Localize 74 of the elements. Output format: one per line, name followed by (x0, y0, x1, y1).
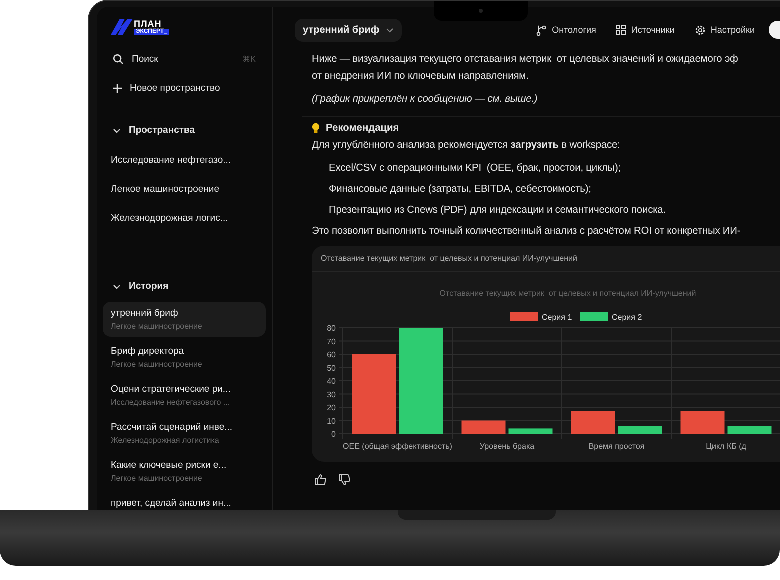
history-title: утренний бриф (111, 308, 180, 319)
card-title: Отставание текущих метрик от целевых и потенциал ИИ-улучшений (312, 246, 780, 272)
message-note: (График прикреплён к сообщению — см. выше.) (312, 93, 539, 107)
history-item[interactable]: Какие ключевые риски е... Легкое машиностроение (103, 454, 266, 489)
space-item[interactable]: Легкое машиностроение (111, 179, 258, 200)
avatar[interactable] (769, 21, 780, 39)
message-heading: Рекомендация (326, 123, 400, 134)
chevron-icon (113, 282, 121, 290)
y-tick-label: 20 (327, 404, 336, 412)
y-tick-label: 40 (327, 377, 336, 386)
bar (680, 411, 725, 434)
legend-label: Серия 2 (612, 313, 642, 322)
message-paragraph: Ниже — визуализация текущего отставания метрик от целевых значений и ожидаемого эф от внедрения ИИ по ключевым направлениям. (312, 53, 740, 84)
chevron-icon (113, 126, 121, 134)
y-tick-label: 60 (327, 350, 336, 360)
history-item[interactable]: Оцени стратегические ри... Исследование нефтегазового ... (103, 378, 266, 413)
history-title: привет, сделай анализ ин... (111, 498, 232, 509)
y-tick-label: 30 (327, 390, 336, 400)
history-title: Бриф директора (111, 346, 186, 357)
list-item: Финансовые данные (затраты, EBITDA, себестоимость); (328, 183, 592, 197)
search-button[interactable]: Поиск ⌘K (111, 49, 258, 70)
x-tick-label: Время простоя (588, 442, 645, 451)
history-item[interactable]: привет, сделай анализ ин... (103, 492, 266, 511)
caret-icon (386, 28, 394, 32)
thumbs-up-icon[interactable] (315, 474, 327, 486)
history-title: Рассчитай сценарий инве... (111, 422, 234, 433)
history-subtitle: Легкое машиностроение (111, 360, 204, 369)
list-item: Excel/CSV с операционными KPI (OEE, брак, простои, циклы); (328, 162, 622, 176)
history-title: Какие ключевые риски е... (111, 460, 228, 471)
chat-title-dropdown[interactable]: утренний бриф (295, 18, 402, 42)
history-subtitle: Легкое машиностроение (111, 474, 204, 483)
bar (618, 426, 662, 434)
bar (728, 426, 772, 434)
y-tick-label: 80 (327, 324, 336, 333)
history-item[interactable]: Бриф директора Легкое машиностроение (103, 340, 266, 375)
plus-icon (113, 84, 122, 93)
shortcut-hint: ⌘K (242, 55, 256, 64)
nav-link[interactable]: Онтология (536, 24, 596, 36)
space-item[interactable]: Железнодорожная логис... (111, 208, 258, 229)
section-header[interactable]: Пространства (111, 121, 258, 140)
nav-link[interactable]: Источники (616, 25, 675, 35)
y-tick-label: 70 (327, 337, 336, 346)
y-tick-label: 50 (327, 364, 336, 373)
history-subtitle: Исследование нефтегазового ... (111, 398, 232, 407)
history-item[interactable]: Рассчитай сценарий инве... Железнодорожная логистика (103, 416, 266, 451)
settings-icon (694, 24, 706, 36)
y-tick-label: 10 (327, 416, 336, 426)
bar (571, 411, 616, 434)
bar (462, 420, 506, 434)
grid-icon (616, 25, 626, 35)
branch-icon (536, 24, 548, 36)
space-item[interactable]: Исследование нефтегазо... (111, 150, 258, 171)
legend-label: Серия 1 (542, 313, 572, 322)
message-paragraph: Это позволит выполнить точный количественный анализ с расчётом ROI от конкретных ИИ- (312, 225, 742, 239)
y-tick-label: 0 (332, 430, 336, 439)
logo-text: ПЛАН (134, 20, 163, 28)
history-item[interactable]: утренний бриф Легкое машиностроение (103, 302, 266, 337)
x-tick-label: OEE (общая эффективность) (343, 442, 452, 451)
history-title: Оцени стратегические ри... (111, 384, 232, 395)
logo-mark-icon (111, 19, 133, 35)
history-subtitle: Легкое машиностроение (111, 322, 204, 331)
x-tick-label: Уровень брака (480, 442, 535, 451)
message-paragraph: Для углублённого анализа рекомендуется загрузить в workspace: (312, 139, 622, 153)
nav-link[interactable]: Настройки (694, 24, 755, 36)
history-subtitle: Железнодорожная логистика (111, 436, 220, 445)
lightbulb-icon (312, 123, 320, 134)
section-header[interactable]: История (111, 277, 258, 296)
thumbs-down-icon[interactable] (339, 474, 351, 486)
bar (508, 428, 553, 434)
x-tick-label: Цикл КБ (д (706, 442, 746, 451)
chart-title: Отставание текущих метрик от целевых и потенциал ИИ-улучшений (440, 289, 696, 298)
search-icon (113, 54, 124, 65)
new-space-button[interactable]: Новое пространство (111, 78, 258, 99)
list-item: Презентацию из Cnews (PDF) для индексации и семантического поиска. (328, 204, 667, 218)
